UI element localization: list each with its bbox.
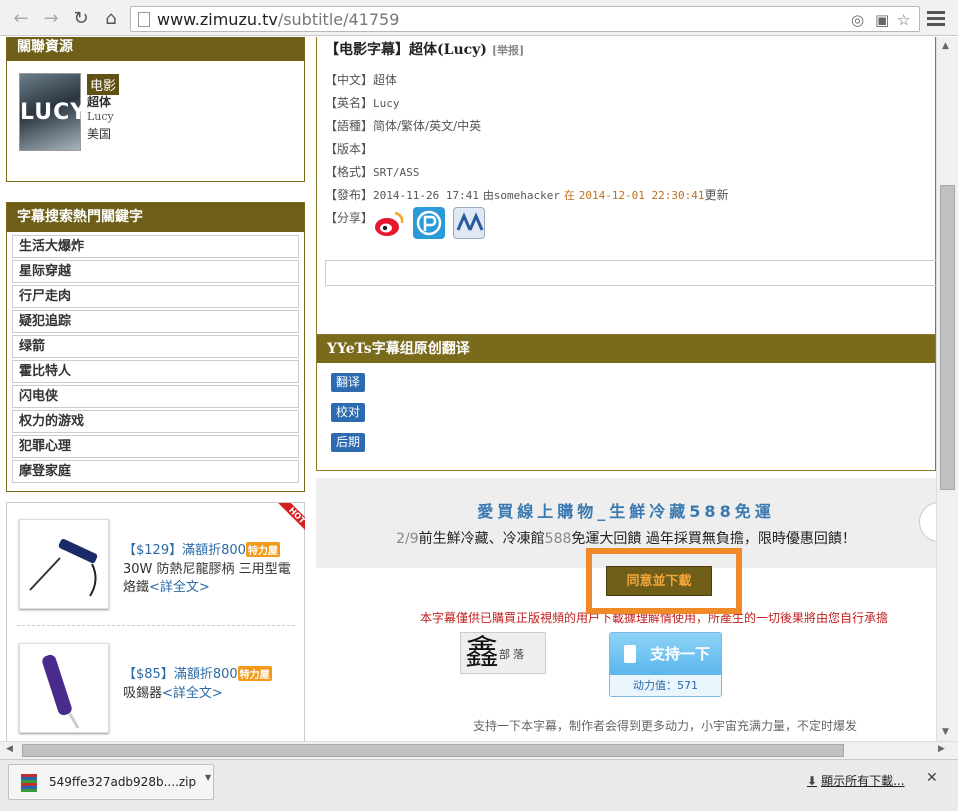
scroll-left-icon: ◀ <box>6 744 13 754</box>
horizontal-scroll-thumb[interactable] <box>22 744 844 757</box>
zip-file-icon <box>21 774 37 792</box>
ad-description[interactable]: 30W 防熱尼龍膠柄 三用型電烙鐵<詳全文> <box>123 561 293 597</box>
category-tag[interactable]: 电影 <box>87 74 120 95</box>
keyword-item[interactable]: 霍比特人 <box>12 360 299 383</box>
page-icon <box>138 12 150 27</box>
pengyou-share-icon[interactable] <box>413 207 445 239</box>
back-icon[interactable]: ← <box>10 8 32 30</box>
desoldering-pump-icon <box>42 654 80 729</box>
keyword-item[interactable]: 闪电侠 <box>12 385 299 408</box>
battery-icon <box>624 645 636 663</box>
ad-more-link[interactable]: <詳全文> <box>162 686 223 701</box>
keyword-item[interactable]: 行尸走肉 <box>12 285 299 308</box>
keyword-item[interactable]: 疑犯追踪 <box>12 310 299 333</box>
hot-keywords-heading: 字幕搜索熱門關鍵字 <box>7 203 304 232</box>
share-label: 【分享】 <box>325 211 374 225</box>
chevron-down-icon[interactable]: ▼ <box>205 773 211 782</box>
power-value: 动力值：571 <box>610 675 721 696</box>
browser-toolbar: ← → ↻ ⌂ www.zimuzu.tv/subtitle/41759 ◎ ▣… <box>0 0 958 36</box>
agree-download-button[interactable]: 同意並下載 <box>606 566 712 596</box>
report-link[interactable]: [举报] <box>492 44 524 57</box>
support-button[interactable]: 支持一下 动力值：571 <box>609 632 722 697</box>
scroll-down-icon: ▼ <box>942 727 949 737</box>
comment-input[interactable] <box>325 260 936 286</box>
ad-price[interactable]: 【$129】滿額折800 特力屋 <box>123 539 280 558</box>
download-shelf: 549ffe327adb928b....zip ▼ ⬇ 顯示所有下載... ✕ <box>0 759 958 811</box>
related-resource-panel: 關聯資源 LUCY 电影 超体 Lucy 美国 <box>6 37 305 182</box>
download-item[interactable]: 549ffe327adb928b....zip ▼ <box>8 764 214 800</box>
product-image-soldering-iron[interactable] <box>19 519 109 609</box>
resource-title-en: Lucy <box>87 110 114 123</box>
tribe-logo[interactable]: 鑫部落 <box>460 632 546 674</box>
resource-country: 美国 <box>87 127 112 141</box>
ad-item[interactable]: 【$85】滿額折800 特力屋 吸錫器<詳全文> <box>17 643 297 741</box>
extension-icon[interactable]: ▣ <box>875 11 889 29</box>
page-viewport: 關聯資源 LUCY 电影 超体 Lucy 美国 字幕搜索熱門關鍵字 生活大爆炸 … <box>0 37 936 741</box>
detail-row-format: 【格式】SRT/ASS <box>325 165 420 179</box>
translate-icon[interactable]: ◎ <box>851 11 864 29</box>
keyword-item[interactable]: 权力的游戏 <box>12 410 299 433</box>
related-resource-heading: 關聯資源 <box>7 37 304 61</box>
yyets-heading: YYeTs字幕组原创翻译 <box>317 335 935 363</box>
keyword-item[interactable]: 摩登家庭 <box>12 460 299 483</box>
show-all-downloads-link[interactable]: ⬇ 顯示所有下載... <box>807 772 905 789</box>
product-image-desoldering-pump[interactable] <box>19 643 109 733</box>
forward-icon[interactable]: → <box>40 8 62 30</box>
menu-icon[interactable] <box>927 8 945 28</box>
download-file-name: 549ffe327adb928b....zip <box>49 775 197 789</box>
bookmark-star-icon[interactable]: ☆ <box>897 11 910 29</box>
url-text: www.zimuzu.tv/subtitle/41759 <box>157 10 400 29</box>
horizontal-scrollbar[interactable]: ◀ ▶ <box>0 741 958 759</box>
scroll-up-icon: ▲ <box>942 41 949 51</box>
detail-row-chinese: 【中文】超体 <box>325 73 398 87</box>
scroll-right-icon: ▶ <box>938 744 945 754</box>
soldering-iron-icon <box>29 539 98 597</box>
store-badge: 特力屋 <box>245 542 280 557</box>
movie-poster[interactable]: LUCY <box>19 73 86 151</box>
postproduction-button[interactable]: 后期 <box>331 433 365 452</box>
resource-title-cn[interactable]: 超体 <box>87 93 111 110</box>
detail-row-english: 【英名】Lucy <box>325 96 400 110</box>
banner-text: 2/9前生鮮冷藏、冷凍館588免運大回饋 過年採買無負擔，限時優惠回饋！ <box>396 531 856 547</box>
banner-title[interactable]: 愛買線上購物_生鮮冷藏588免運 <box>316 498 936 522</box>
keyword-item[interactable]: 生活大爆炸 <box>12 235 299 258</box>
detail-row-version: 【版本】 <box>325 142 374 156</box>
detail-row-language: 【語種】简体/繁体/英文/中英 <box>325 119 482 133</box>
close-icon[interactable]: ✕ <box>926 770 938 786</box>
keyword-list: 生活大爆炸 星际穿越 行尸走肉 疑犯追踪 绿箭 霍比特人 闪电侠 权力的游戏 犯… <box>7 232 304 483</box>
yyets-panel: YYeTs字幕组原创翻译 翻译 校对 后期 <box>316 334 936 471</box>
address-bar[interactable]: www.zimuzu.tv/subtitle/41759 ◎ ▣ ☆ <box>130 6 920 32</box>
weibo-share-icon[interactable] <box>373 207 405 239</box>
proofread-button[interactable]: 校对 <box>331 403 365 422</box>
detail-row-publish: 【發布】2014-11-26 17:41 由somehacker 在 2014-… <box>325 188 729 202</box>
keyword-item[interactable]: 绿箭 <box>12 335 299 358</box>
ad-more-link[interactable]: <詳全文> <box>149 580 210 595</box>
ad-panel: HOT 【$129】滿額折800 特力屋 30W 防熱尼龍膠柄 三用型電烙鐵<詳全… <box>6 502 305 741</box>
ad-price[interactable]: 【$85】滿額折800 特力屋 <box>123 663 272 682</box>
vertical-scroll-thumb[interactable] <box>940 185 955 490</box>
keyword-item[interactable]: 犯罪心理 <box>12 435 299 458</box>
keyword-item[interactable]: 星际穿越 <box>12 260 299 283</box>
support-note: 支持一下本字幕，制作者会得到更多动力，小宇宙充满力量，不定时爆发 <box>473 719 858 733</box>
subtitle-title: 【电影字幕】超体(Lucy) [举报] <box>325 42 525 58</box>
hot-keywords-panel: 字幕搜索熱門關鍵字 生活大爆炸 星际穿越 行尸走肉 疑犯追踪 绿箭 霍比特人 闪… <box>6 202 305 492</box>
subtitle-detail-panel: 【电影字幕】超体(Lucy) [举报] 【中文】超体 【英名】Lucy 【語種】… <box>316 37 936 352</box>
home-icon[interactable]: ⌂ <box>100 8 122 30</box>
ad-separator <box>17 625 295 626</box>
renren-share-icon[interactable] <box>453 207 485 239</box>
download-arrow-icon: ⬇ <box>807 774 818 788</box>
reload-icon[interactable]: ↻ <box>70 8 92 30</box>
ad-description[interactable]: 吸錫器<詳全文> <box>123 685 293 703</box>
translate-button[interactable]: 翻译 <box>331 373 365 392</box>
store-badge: 特力屋 <box>237 666 272 681</box>
ad-item[interactable]: 【$129】滿額折800 特力屋 30W 防熱尼龍膠柄 三用型電烙鐵<詳全文> <box>17 519 297 619</box>
vertical-scrollbar[interactable]: ▲ ▼ <box>936 37 958 741</box>
